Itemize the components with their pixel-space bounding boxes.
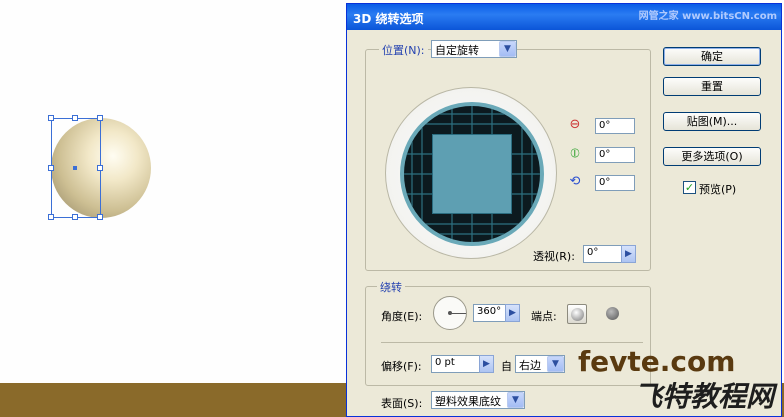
offset-label: 偏移(F): — [381, 360, 422, 373]
revolve-angle-dial[interactable] — [433, 296, 467, 330]
selection-center-point — [73, 166, 77, 170]
z-rotation-icon: ⟲ — [569, 174, 581, 189]
dialog-title: 3D 绕转选项 — [353, 12, 424, 26]
cube-front-face — [432, 134, 512, 214]
cap-off-icon — [606, 307, 619, 320]
perspective-arrow-button[interactable]: ▶ — [621, 245, 636, 263]
revolve-angle-input[interactable]: 360° — [473, 304, 507, 322]
selection-handle-tl[interactable] — [48, 115, 54, 121]
preview-checkbox[interactable]: ✓ — [683, 181, 696, 194]
revolve-angle-center — [448, 311, 452, 315]
selection-handle-br[interactable] — [97, 214, 103, 220]
preview-label: 预览(P) — [699, 183, 737, 196]
perspective-input[interactable]: 0° — [583, 245, 623, 263]
cap-on-icon — [571, 308, 584, 321]
selection-handle-tr[interactable] — [97, 115, 103, 121]
x-angle-input[interactable]: 0° — [595, 118, 635, 134]
position-label: 位置(N): — [379, 42, 428, 58]
x-rotation-icon: ⊖ — [569, 117, 581, 132]
cap-on-button[interactable] — [567, 304, 587, 324]
selection-handle-bl[interactable] — [48, 214, 54, 220]
watermark-text: 网管之家 www.bitsCN.com — [638, 11, 777, 22]
revolve-legend: 绕转 — [377, 279, 405, 295]
y-rotation-icon: ⦶ — [570, 146, 580, 161]
map-button[interactable]: 贴图(M)... — [663, 112, 761, 131]
selection-handle-mr[interactable] — [97, 165, 103, 171]
cap-off-button[interactable] — [603, 304, 623, 324]
track-cube-view — [400, 102, 544, 246]
site-brand-url: fevte.com — [578, 345, 736, 378]
ok-button[interactable]: 确定 — [663, 47, 761, 66]
surface-value: 塑料效果底纹 — [435, 395, 501, 408]
selection-handle-tm[interactable] — [72, 115, 78, 121]
revolve-angle-label: 角度(E): — [381, 310, 423, 323]
offset-from-label: 自 — [501, 360, 512, 373]
selection-handle-ml[interactable] — [48, 165, 54, 171]
revolve-divider — [381, 342, 643, 343]
y-angle-input[interactable]: 0° — [595, 147, 635, 163]
selected-sphere-object[interactable] — [48, 115, 154, 221]
revolve-angle-arrow-button[interactable]: ▶ — [505, 304, 520, 322]
surface-dropdown[interactable]: ▼ — [507, 392, 524, 408]
revolve-angle-needle — [450, 313, 466, 314]
position-preset-value: 自定旋转 — [435, 44, 479, 57]
surface-label: 表面(S): — [381, 397, 423, 410]
more-options-button[interactable]: 更多选项(O) — [663, 147, 761, 166]
perspective-label: 透视(R): — [533, 250, 575, 263]
cap-label: 端点: — [531, 310, 557, 323]
position-preset-dropdown[interactable]: ▼ — [499, 41, 516, 57]
site-brand-name: 飞特教程网 — [634, 380, 775, 413]
offset-input[interactable]: 0 pt — [431, 355, 481, 373]
offset-from-dropdown[interactable]: ▼ — [547, 356, 564, 372]
dialog-title-bar[interactable]: 3D 绕转选项 网管之家 www.bitsCN.com — [347, 4, 781, 30]
selection-handle-bm[interactable] — [72, 214, 78, 220]
reset-button[interactable]: 重置 — [663, 77, 761, 96]
offset-from-value: 右边 — [519, 359, 541, 372]
offset-arrow-button[interactable]: ▶ — [479, 355, 494, 373]
track-cube-widget[interactable] — [385, 87, 557, 259]
z-angle-input[interactable]: 0° — [595, 175, 635, 191]
